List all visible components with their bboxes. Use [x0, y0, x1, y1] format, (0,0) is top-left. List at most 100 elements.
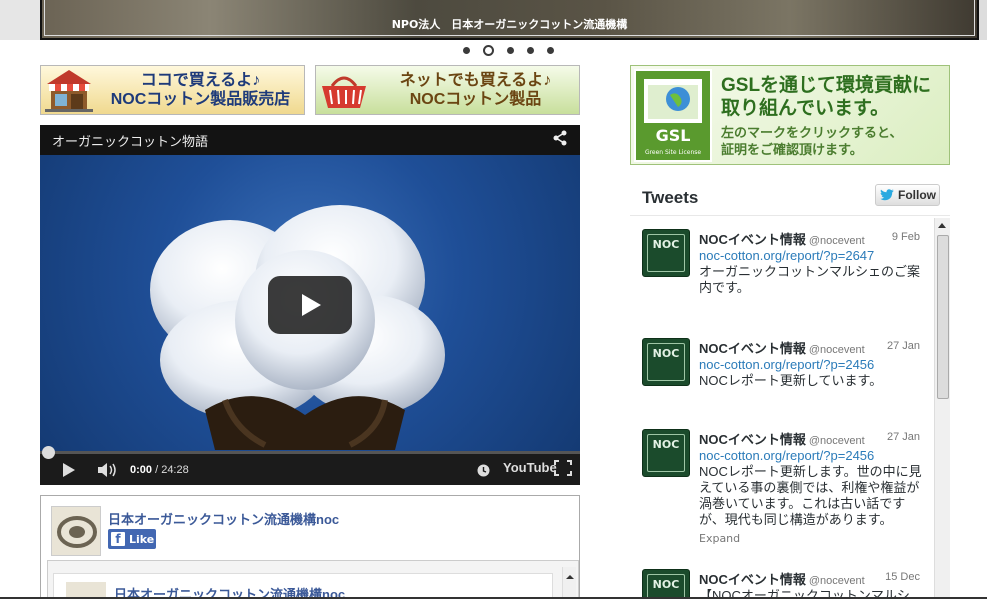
shop-banner-text: ココで買えるよ♪ NOCコットン製品販売店 [97, 71, 304, 109]
tweet-date[interactable]: 27 Jan [887, 431, 920, 443]
tweet-handle: @nocevent [808, 575, 865, 587]
hero-right-margin [979, 0, 987, 40]
tweet-avatar[interactable]: NOC [642, 338, 690, 386]
facebook-like-button[interactable]: f Like [108, 529, 156, 549]
video-title-bar: オーガニックコットン物語 [40, 125, 580, 155]
volume-icon[interactable] [98, 462, 118, 481]
watch-later-icon[interactable] [477, 462, 490, 481]
tweet-item: NOC NOCイベント情報 @nocevent 9 Feb noc-cotton.… [642, 229, 932, 329]
twitter-timeline: NOC NOCイベント情報 @nocevent 9 Feb noc-cotton.… [630, 215, 950, 599]
slider-dot-1[interactable] [463, 47, 470, 54]
net-banner-line2: NOCコットン製品 [409, 91, 542, 108]
tweet-text: オーガニックコットンマルシェのご案内です。 [699, 264, 921, 295]
tweet-link[interactable]: noc-cotton.org/report/?p=2456 [699, 357, 874, 372]
net-banner-line1: ネットでも買えるよ♪ [399, 72, 552, 89]
facebook-stream: 日本オーガニックコットン流通機構noc [47, 560, 579, 599]
current-time: 0:00 [130, 464, 153, 476]
hero-slider[interactable]: NPO法人 日本オーガニックコットン流通機構 [40, 0, 979, 40]
tweets-heading: Tweets [642, 188, 699, 207]
tweet-date[interactable]: 15 Dec [885, 571, 920, 583]
tweet-handle: @nocevent [808, 235, 865, 247]
tweet-date[interactable]: 9 Feb [892, 231, 920, 243]
tweet-author[interactable]: NOCイベント情報 @nocevent [699, 229, 865, 248]
facebook-page-box: 日本オーガニックコットン流通機構noc f Like 日本オーガニックコットン流… [40, 495, 580, 599]
gsl-title-line2: 取り組んでいます。 [721, 98, 890, 119]
shop-banner[interactable]: ココで買えるよ♪ NOCコットン製品販売店 [40, 65, 305, 115]
gsl-banner[interactable]: GSL Green Site License GSLを通じて環境貢献に 取り組ん… [630, 65, 950, 165]
twitter-follow-button[interactable]: Follow [875, 184, 940, 206]
gsl-subtitle: 左のマークをクリックすると、 証明をご確認頂けます。 [721, 124, 902, 158]
noc-avatar-icon: NOC [647, 434, 685, 472]
progress-bar[interactable] [40, 446, 580, 459]
duration: / 24:28 [152, 464, 189, 476]
gsl-logo-text: GSL [656, 126, 691, 145]
tweet-author-name: NOCイベント情報 [699, 232, 806, 247]
tweet-expand-link[interactable]: Expand [699, 532, 740, 545]
tweet-avatar[interactable]: NOC [642, 229, 690, 277]
tweet-link[interactable]: noc-cotton.org/report/?p=2456 [699, 448, 874, 463]
tweet-author[interactable]: NOCイベント情報 @nocevent [699, 338, 865, 357]
tweet-author-name: NOCイベント情報 [699, 432, 806, 447]
tweet-author[interactable]: NOCイベント情報 @nocevent [699, 569, 865, 588]
shop-icon [41, 66, 97, 114]
scroll-up-arrow-icon [566, 575, 574, 579]
youtube-logo[interactable]: YouTube [503, 460, 557, 475]
tweet-avatar[interactable]: NOC [642, 429, 690, 477]
fullscreen-icon[interactable] [554, 460, 572, 480]
slider-dot-4[interactable] [527, 47, 534, 54]
tweet-avatar[interactable]: NOC [642, 569, 690, 599]
tweet-handle: @nocevent [808, 344, 865, 356]
tweet-date[interactable]: 27 Jan [887, 340, 920, 352]
noc-page-logo[interactable] [51, 506, 101, 556]
gsl-logo-icon[interactable]: GSL Green Site License [634, 69, 712, 162]
noc-avatar-icon: NOC [647, 343, 685, 381]
tweet-handle: @nocevent [808, 435, 865, 447]
net-banner-text: ネットでも買えるよ♪ NOCコットン製品 [372, 71, 579, 109]
gsl-sub-line1: 左のマークをクリックすると、 [721, 125, 903, 140]
scroll-up-arrow-icon[interactable] [938, 223, 946, 228]
timeline-scroll-thumb[interactable] [937, 235, 949, 399]
tweet-link[interactable]: noc-cotton.org/report/?p=2647 [699, 248, 874, 263]
facebook-scrollbar[interactable] [562, 567, 576, 599]
tweet-item: NOC NOCイベント情報 @nocevent 27 Jan noc-cotton… [642, 429, 932, 564]
video-time: 0:00 / 24:28 [130, 464, 189, 476]
play-icon [302, 294, 321, 316]
tweet-item: NOC NOCイベント情報 @nocevent 15 Dec 【NOCオーガニック… [642, 569, 932, 599]
video-controls: 0:00 / 24:28 YouTube [40, 446, 580, 485]
slider-dot-3[interactable] [507, 47, 514, 54]
twitter-bird-icon [880, 189, 894, 201]
noc-avatar-icon: NOC [647, 574, 685, 599]
tweet-author-name: NOCイベント情報 [699, 341, 806, 356]
tweet-item: NOC NOCイベント情報 @nocevent 27 Jan noc-cotton… [642, 338, 932, 418]
tweet-text: NOCレポート更新しています。 [699, 373, 883, 388]
tweet-author-name: NOCイベント情報 [699, 572, 806, 587]
slider-dot-5[interactable] [547, 47, 554, 54]
progress-knob[interactable] [42, 446, 55, 459]
shop-banner-line1: ココで買えるよ♪ [140, 72, 261, 89]
gsl-title: GSLを通じて環境貢献に 取り組んでいます。 [721, 74, 931, 120]
basket-icon [316, 66, 372, 114]
hero-left-margin [0, 0, 40, 40]
gsl-logo-sub: Green Site License [645, 149, 701, 156]
play-small-icon[interactable] [62, 462, 76, 481]
shop-banner-line2: NOCコットン製品販売店 [110, 91, 291, 108]
facebook-icon: f [111, 532, 125, 546]
play-button[interactable] [268, 276, 352, 334]
share-icon[interactable] [552, 130, 568, 150]
gsl-title-line1: GSLを通じて環境貢献に [721, 75, 932, 96]
facebook-page-name[interactable]: 日本オーガニックコットン流通機構noc [108, 509, 339, 528]
follow-label: Follow [898, 188, 936, 202]
noc-avatar-icon: NOC [647, 234, 685, 272]
slider-dots [463, 45, 554, 56]
gsl-sub-line2: 証明をご確認頂けます。 [721, 142, 863, 157]
tweet-text: NOCレポート更新します。世の中に見えている事の裏側では、利権や権益が渦巻いてい… [699, 464, 922, 527]
timeline-scrollbar[interactable] [934, 218, 950, 599]
like-label: Like [129, 532, 155, 546]
net-banner[interactable]: ネットでも買えるよ♪ NOCコットン製品 [315, 65, 580, 115]
youtube-video-player[interactable]: オーガニックコットン物語 0:00 / 24:28 YouTube [40, 125, 580, 485]
tweet-author[interactable]: NOCイベント情報 @nocevent [699, 429, 865, 448]
slider-dot-2[interactable] [483, 45, 494, 56]
facebook-post: 日本オーガニックコットン流通機構noc [53, 573, 553, 599]
hero-caption: NPO法人 日本オーガニックコットン流通機構 [391, 18, 628, 31]
video-title[interactable]: オーガニックコットン物語 [52, 131, 208, 150]
